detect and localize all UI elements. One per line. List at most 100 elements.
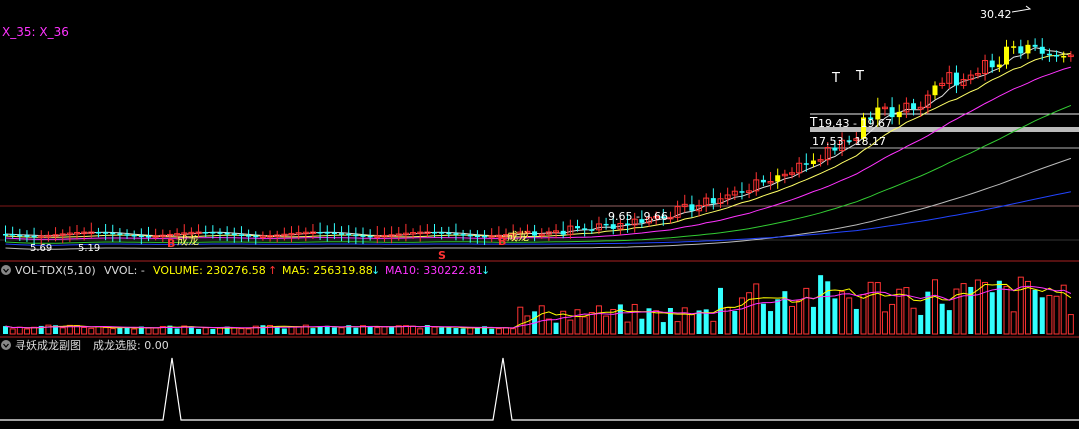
sub-indicator-name: 寻妖成龙副图 — [15, 338, 81, 352]
candle-body — [439, 232, 445, 234]
candle-body — [217, 232, 223, 234]
volume-bar — [9, 328, 16, 335]
volume-bar — [439, 327, 445, 334]
candle-body — [446, 232, 452, 235]
candle-body — [110, 232, 116, 235]
candle-body — [432, 232, 437, 234]
candle-body — [95, 232, 101, 234]
candle-body — [1046, 53, 1052, 56]
low-price-label: 5.19 — [78, 243, 100, 254]
candle-body — [989, 60, 995, 68]
candle-body — [117, 233, 123, 235]
candle-body — [31, 235, 37, 238]
volume-bar — [474, 327, 480, 334]
volume-bar — [374, 327, 381, 335]
candle-body — [560, 230, 566, 235]
volume-bar — [495, 328, 502, 335]
volume-bar — [489, 328, 495, 334]
volume-bar — [760, 303, 766, 334]
candle-body — [224, 232, 230, 235]
volume-bar — [389, 326, 395, 334]
volume-bar — [710, 320, 717, 335]
volume-bar — [23, 328, 30, 335]
volume-bar — [517, 306, 524, 335]
volume-bar — [1003, 285, 1010, 335]
panel-menu-icon[interactable] — [1, 340, 11, 350]
volume-bar — [853, 308, 859, 334]
ma5-value: MA5: 256319.88 — [282, 264, 373, 277]
volume-bar — [152, 327, 159, 335]
volume-bars — [3, 275, 1074, 335]
volume-indicator-name: VOL-TDX(5,10) — [15, 264, 96, 277]
volume-bar — [660, 322, 666, 334]
buy-signal: B — [498, 235, 506, 248]
volume-bar — [102, 327, 109, 335]
volume-bar — [196, 328, 202, 334]
stock-pick-signal-line — [0, 357, 1079, 421]
price-range-label: 9.65 - 9.66 — [608, 210, 668, 223]
volume-bar — [639, 318, 645, 334]
candle-body — [689, 204, 695, 211]
marker-t: T — [831, 71, 840, 86]
volume-bar — [624, 321, 631, 335]
volume-bar — [1046, 294, 1053, 335]
ma-line — [5, 47, 1072, 237]
candle-body — [453, 233, 459, 235]
volume-bar — [732, 310, 738, 334]
candle-body — [367, 235, 373, 238]
volume-bar — [545, 318, 552, 335]
candle-body — [1004, 46, 1009, 65]
candle-body — [810, 160, 816, 165]
candle-body — [210, 232, 216, 234]
volume-bar — [417, 328, 424, 335]
high-price-label: 30.42 — [980, 8, 1012, 21]
volume-bar — [317, 326, 323, 334]
candle-body — [353, 234, 359, 237]
volume-bar — [889, 303, 896, 335]
volume-bar — [174, 328, 180, 334]
volume-bar — [538, 305, 545, 335]
volume-bar — [610, 308, 617, 335]
volume-bar — [467, 327, 474, 335]
candle-body — [24, 235, 30, 237]
cheng-long-signal: 成龙 — [177, 234, 199, 247]
volume-bar — [881, 311, 888, 335]
volume-bar — [109, 328, 116, 335]
volume-bar — [217, 327, 223, 335]
volume-bar — [245, 328, 252, 335]
volume-bar — [631, 303, 638, 335]
volume-bar — [553, 322, 559, 334]
candle-body — [103, 232, 109, 234]
volume-bar — [31, 326, 38, 335]
candle-body — [1025, 44, 1031, 54]
volume-bar — [81, 326, 88, 335]
candle-body — [953, 72, 959, 86]
volume-bar — [1039, 297, 1045, 334]
candlesticks — [3, 38, 1074, 246]
volume-bar — [1067, 314, 1074, 335]
volume-bar — [210, 328, 216, 334]
candle-body — [460, 234, 466, 236]
volume-bar — [381, 326, 388, 335]
volume-bar — [446, 327, 452, 334]
volume-bar — [574, 309, 581, 335]
candle-body — [138, 235, 144, 238]
buy-signal: B — [167, 237, 175, 250]
volume-bar — [753, 283, 760, 335]
panel-menu-icon[interactable] — [1, 265, 11, 275]
volume-bar — [581, 316, 588, 335]
stock-pick-value: 成龙选股: 0.00 — [93, 339, 169, 352]
volume-bar — [918, 314, 924, 334]
sub-panel: 寻妖成龙副图 成龙选股: 0.00 — [0, 338, 1079, 421]
sell-signal: S — [438, 249, 446, 262]
candle-body — [253, 235, 259, 238]
volume-bar — [839, 291, 846, 335]
stock-chart-canvas[interactable]: X_35: X_36 30.42 19.43 - 19.67 17.53 - 1… — [0, 0, 1079, 425]
volume-bar — [681, 307, 688, 335]
volume-bar — [810, 306, 816, 334]
volume-bar — [688, 314, 695, 335]
ma-line — [5, 191, 1072, 246]
marker-t: T — [855, 69, 864, 84]
volume-bar — [88, 327, 95, 335]
low-price-label: 5.69 — [30, 243, 52, 254]
